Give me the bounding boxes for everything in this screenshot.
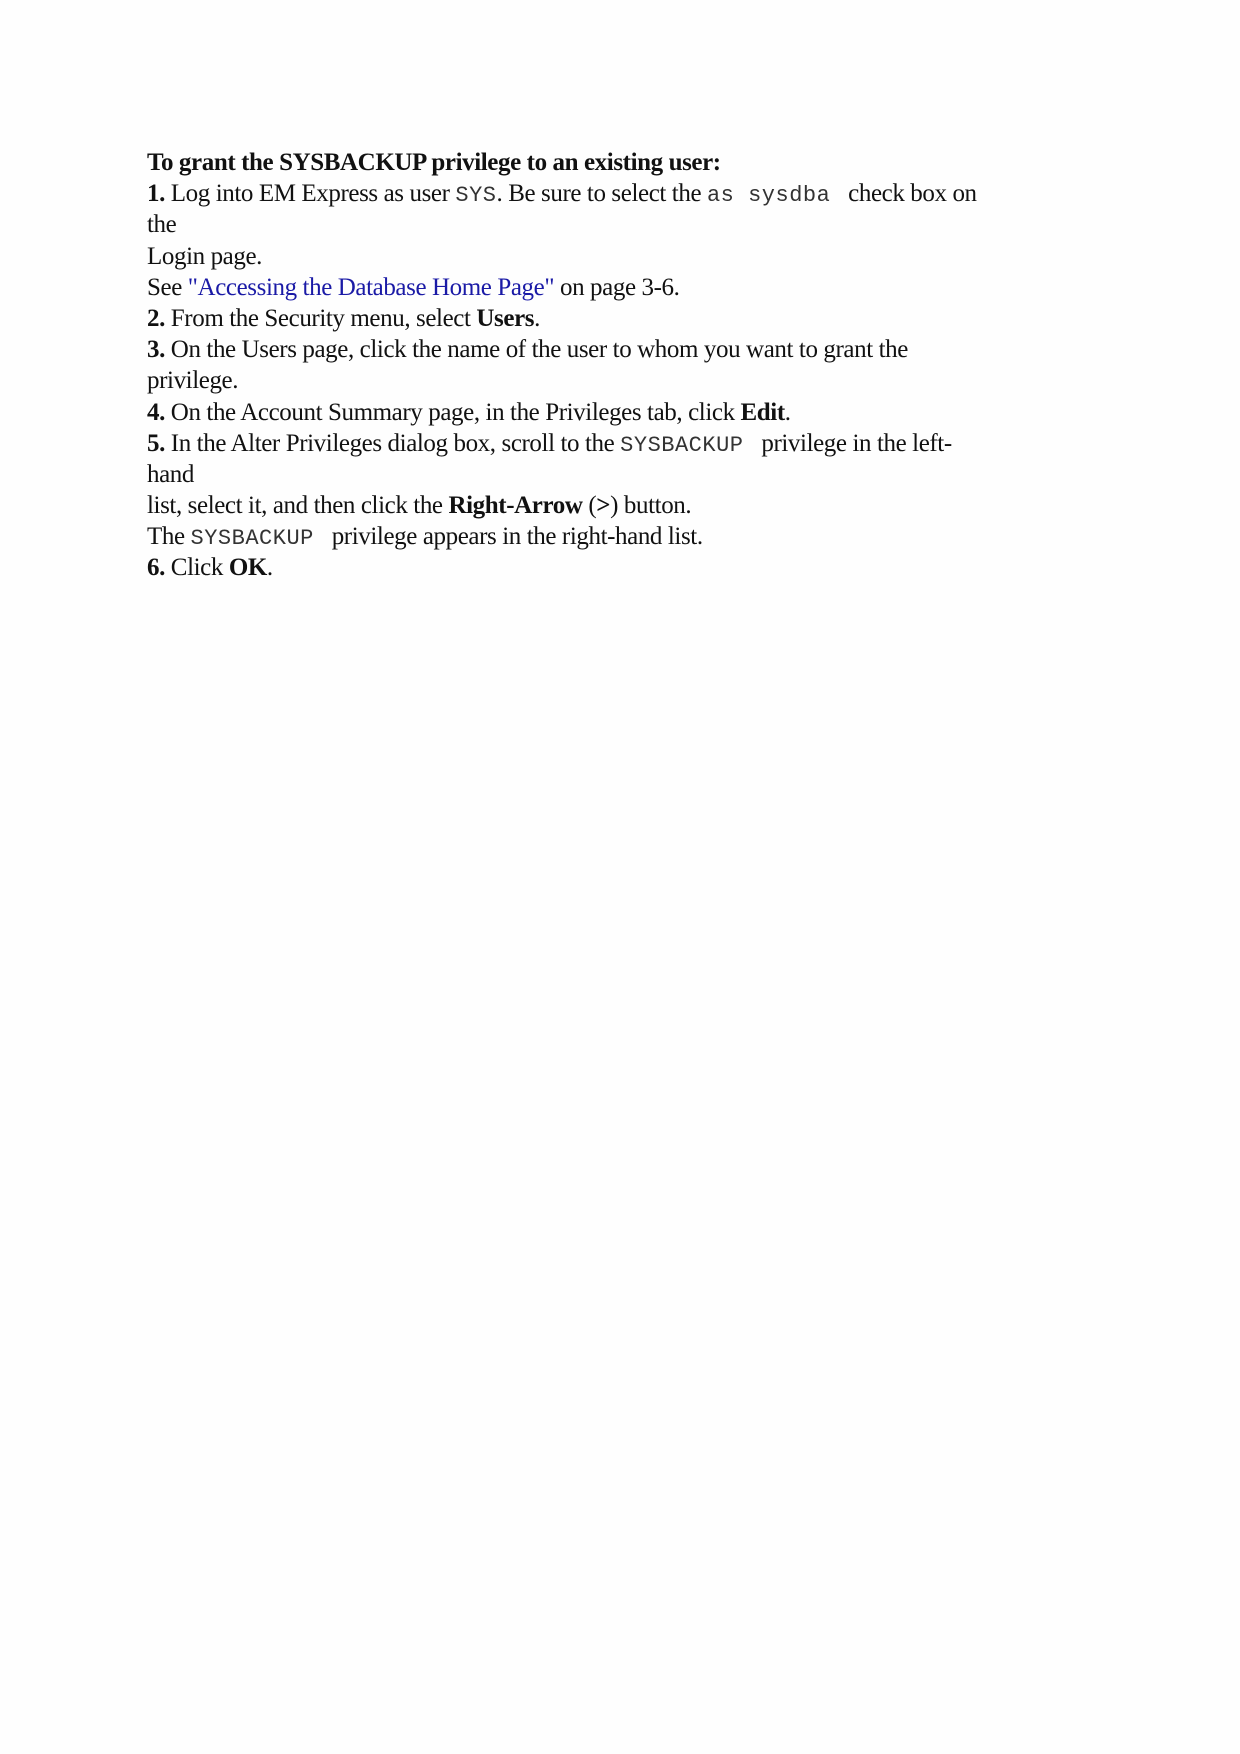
greater-than-symbol: > xyxy=(596,492,611,520)
edit-term: Edit xyxy=(740,398,786,426)
step-4: 4. On the Account Summary page, in the P… xyxy=(147,397,1107,428)
step-text: privilege appears in the right-hand list… xyxy=(325,523,703,551)
step-3-line-2: privilege. xyxy=(147,367,239,395)
step-number: 4. xyxy=(147,398,165,426)
see-text: See xyxy=(147,273,188,301)
step-text: From the Security menu, select xyxy=(164,304,477,332)
step-text: On the Account Summary page, in the Priv… xyxy=(164,398,741,426)
code-sysbackup: SYSBACKUP xyxy=(190,526,314,552)
step-text: In the Alter Privileges dialog box, scro… xyxy=(164,429,621,457)
step-text: . xyxy=(534,304,540,332)
step-text: Click xyxy=(164,554,229,582)
step-text: . xyxy=(784,398,791,426)
page-ref-text: on page 3-6. xyxy=(554,273,680,301)
step-5-line-1: 5. In the Alter Privileges dialog box, s… xyxy=(147,428,1107,459)
step-5-line-3: list, select it, and then click the Righ… xyxy=(147,490,1107,521)
step-1-line-2: the xyxy=(147,211,177,239)
step-text: Log into EM Express as user xyxy=(164,180,456,208)
step-1-line-1: 1. Log into EM Express as user SYS. Be s… xyxy=(147,178,1107,209)
ok-term: OK xyxy=(228,554,267,582)
step-number: 6. xyxy=(147,554,165,582)
see-also-line: See "Accessing the Database Home Page" o… xyxy=(147,272,1107,303)
step-5-line-4: The SYSBACKUP privilege appears in the r… xyxy=(147,521,1107,552)
step-number: 3. xyxy=(147,336,165,364)
procedure-heading: To grant the SYSBACKUP privilege to an e… xyxy=(147,149,721,176)
step-1-line-3: Login page. xyxy=(147,242,263,270)
accessing-database-home-page-link[interactable]: "Accessing the Database Home Page" xyxy=(188,274,555,301)
step-number: 1. xyxy=(147,180,165,208)
step-text: . Be sure to select the xyxy=(496,180,707,208)
code-sysbackup: SYSBACKUP xyxy=(620,432,744,458)
step-text: On the Users page, click the name of the… xyxy=(164,336,909,364)
step-text: privilege in the left- xyxy=(755,429,952,457)
step-5-line-2: hand xyxy=(147,460,194,488)
step-number: 5. xyxy=(147,429,165,457)
step-text: list, select it, and then click the xyxy=(147,492,449,520)
step-2: 2. From the Security menu, select Users. xyxy=(147,303,1107,334)
step-text: . xyxy=(266,554,273,582)
document-page: To grant the SYSBACKUP privilege to an e… xyxy=(147,147,1107,584)
step-6: 6. Click OK. xyxy=(147,552,1107,583)
step-text: ) button. xyxy=(610,492,692,520)
step-text: The xyxy=(147,523,191,551)
code-sys: SYS xyxy=(455,183,497,209)
code-as-sysdba: as sysdba xyxy=(706,183,831,209)
step-number: 2. xyxy=(147,304,165,332)
step-text: check box on xyxy=(842,180,977,208)
users-term: Users xyxy=(476,304,535,332)
step-3-line-1: 3. On the Users page, click the name of … xyxy=(147,334,1107,365)
step-text: ( xyxy=(582,492,597,520)
right-arrow-term: Right-Arrow xyxy=(448,492,583,520)
